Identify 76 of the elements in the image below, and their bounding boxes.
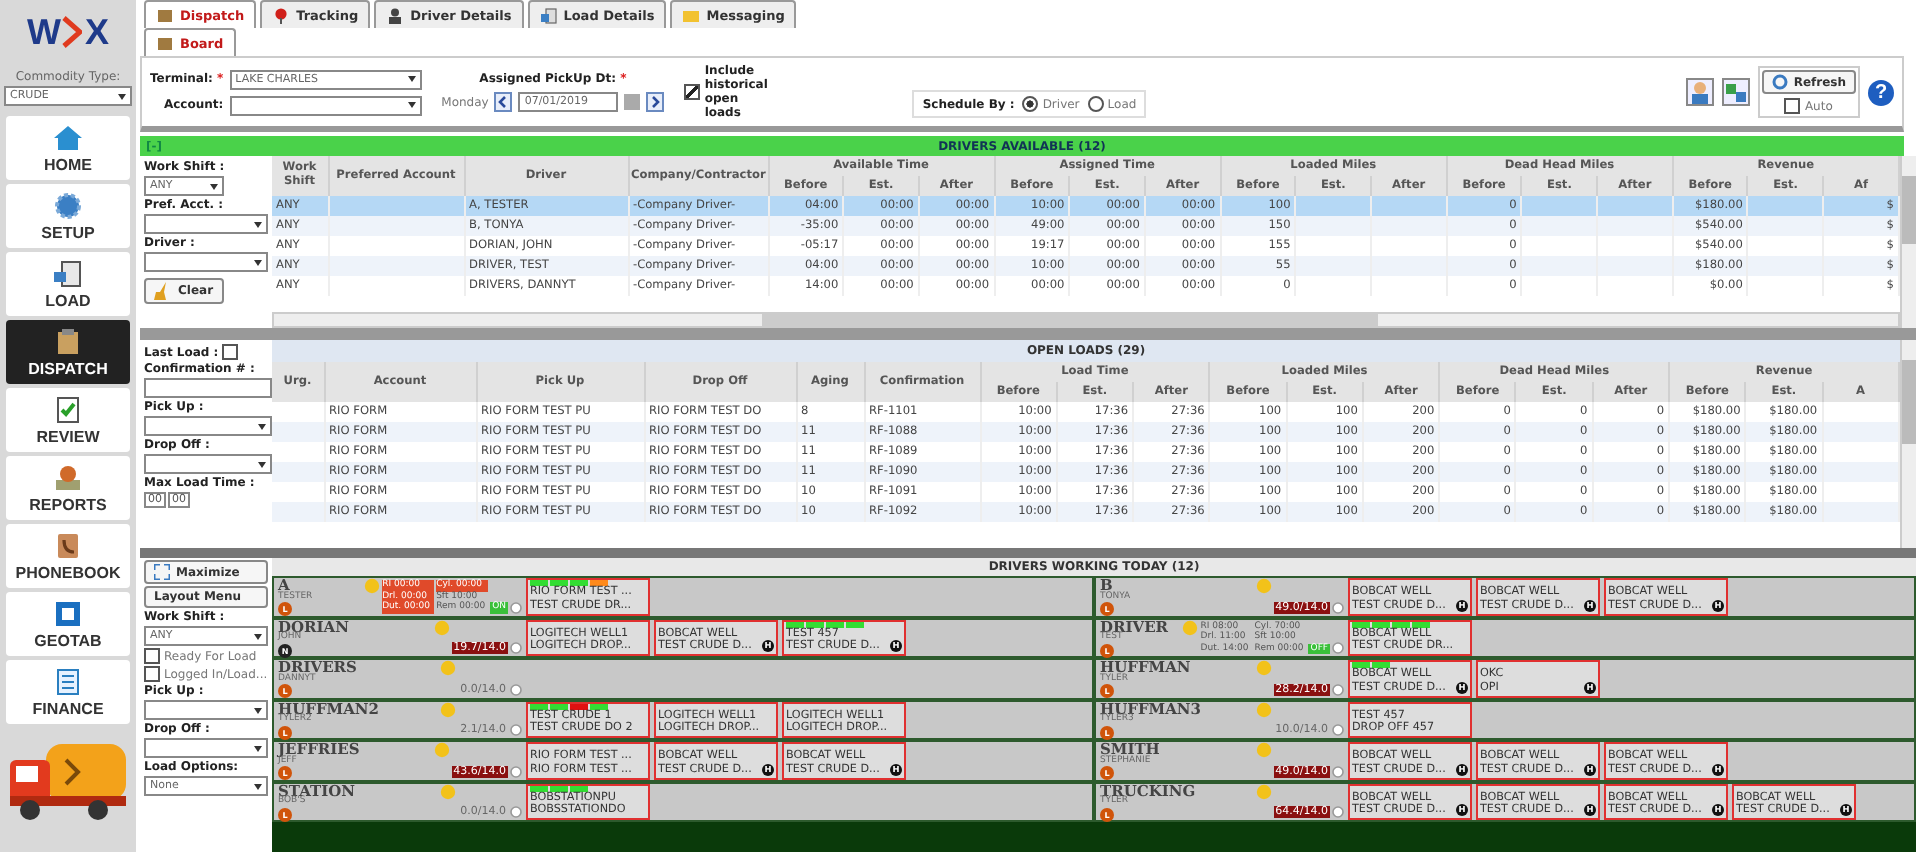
previous-day-button[interactable] xyxy=(494,92,513,112)
radio-button[interactable] xyxy=(1087,96,1104,112)
circle-icon xyxy=(1332,601,1344,613)
account-select[interactable] xyxy=(144,214,268,234)
status-light-icon xyxy=(1255,660,1272,676)
checkbox[interactable] xyxy=(144,648,160,664)
driver-select[interactable] xyxy=(144,252,268,272)
calendar-icon[interactable] xyxy=(624,94,641,110)
home-icon xyxy=(52,123,84,151)
next-day-button[interactable] xyxy=(646,92,665,112)
checkbox[interactable] xyxy=(222,344,239,360)
person-icon xyxy=(386,7,405,23)
status-light-icon xyxy=(440,701,457,717)
circle-icon xyxy=(510,601,522,613)
checkbox[interactable] xyxy=(684,84,701,100)
nav-item[interactable]: SETUP xyxy=(6,184,130,248)
box-icon xyxy=(52,327,84,355)
logo: W X xyxy=(26,9,109,55)
status-light-icon xyxy=(1255,701,1272,717)
nav-item[interactable]: PHONEBOOK xyxy=(6,524,130,588)
status-light-icon xyxy=(440,660,457,676)
box-icon xyxy=(156,7,174,23)
document-icon xyxy=(52,259,84,287)
refresh-icon xyxy=(1771,74,1788,90)
circle-icon xyxy=(1332,724,1344,736)
pick-up-select[interactable] xyxy=(144,416,272,436)
person-icon[interactable] xyxy=(1685,78,1714,106)
circle-icon xyxy=(510,806,522,818)
scrollbar[interactable] xyxy=(1900,156,1916,328)
scroll-icon xyxy=(52,667,84,695)
drop-off-select[interactable] xyxy=(144,738,268,758)
nav-item[interactable]: LOAD xyxy=(6,252,130,316)
circle-icon xyxy=(510,724,522,736)
envelope-icon xyxy=(682,7,701,23)
layout-icon[interactable] xyxy=(1721,78,1750,106)
square-icon xyxy=(52,599,84,627)
status-light-icon xyxy=(1255,742,1272,758)
chart-icon xyxy=(52,463,84,491)
circle-icon xyxy=(1332,765,1344,777)
status-light-icon xyxy=(1255,783,1272,799)
scrollbar[interactable] xyxy=(272,312,1900,328)
nav-item[interactable]: REPORTS xyxy=(6,456,130,520)
circle-icon xyxy=(510,765,522,777)
status-light-icon xyxy=(433,742,450,758)
checkbox[interactable] xyxy=(144,666,160,682)
nav-item[interactable]: GEOTAB xyxy=(6,592,130,656)
circle-icon xyxy=(1332,806,1344,818)
checklist-icon xyxy=(52,395,84,423)
scrollbar[interactable] xyxy=(1900,340,1916,548)
box-icon xyxy=(156,35,174,51)
expand-icon xyxy=(154,564,170,580)
nav-item[interactable]: REVIEW xyxy=(6,388,130,452)
gear-icon xyxy=(52,191,84,219)
status-light-icon xyxy=(433,619,450,635)
document-icon xyxy=(539,7,558,23)
nav-item[interactable]: HOME xyxy=(6,116,130,180)
confirmation-field[interactable] xyxy=(144,378,272,398)
nav-item[interactable]: FINANCE xyxy=(6,660,130,724)
circle-icon xyxy=(1332,642,1344,654)
status-light-icon xyxy=(1182,619,1199,635)
phone-icon xyxy=(52,531,84,559)
pin-icon xyxy=(272,7,291,23)
help-icon[interactable]: ? xyxy=(1868,79,1894,105)
checkbox[interactable] xyxy=(1784,98,1801,114)
radio-button[interactable] xyxy=(1022,96,1039,112)
status-light-icon xyxy=(1255,578,1272,594)
status-light-icon xyxy=(440,783,457,799)
circle-icon xyxy=(1332,683,1344,695)
nav-item[interactable]: DISPATCH xyxy=(6,320,130,384)
drop-off-select[interactable] xyxy=(144,454,272,474)
pick-up-select[interactable] xyxy=(144,700,268,720)
account-select[interactable] xyxy=(229,95,422,115)
status-light-icon xyxy=(364,578,381,594)
circle-icon xyxy=(510,683,522,695)
circle-icon xyxy=(510,642,522,654)
broom-icon xyxy=(154,282,172,300)
